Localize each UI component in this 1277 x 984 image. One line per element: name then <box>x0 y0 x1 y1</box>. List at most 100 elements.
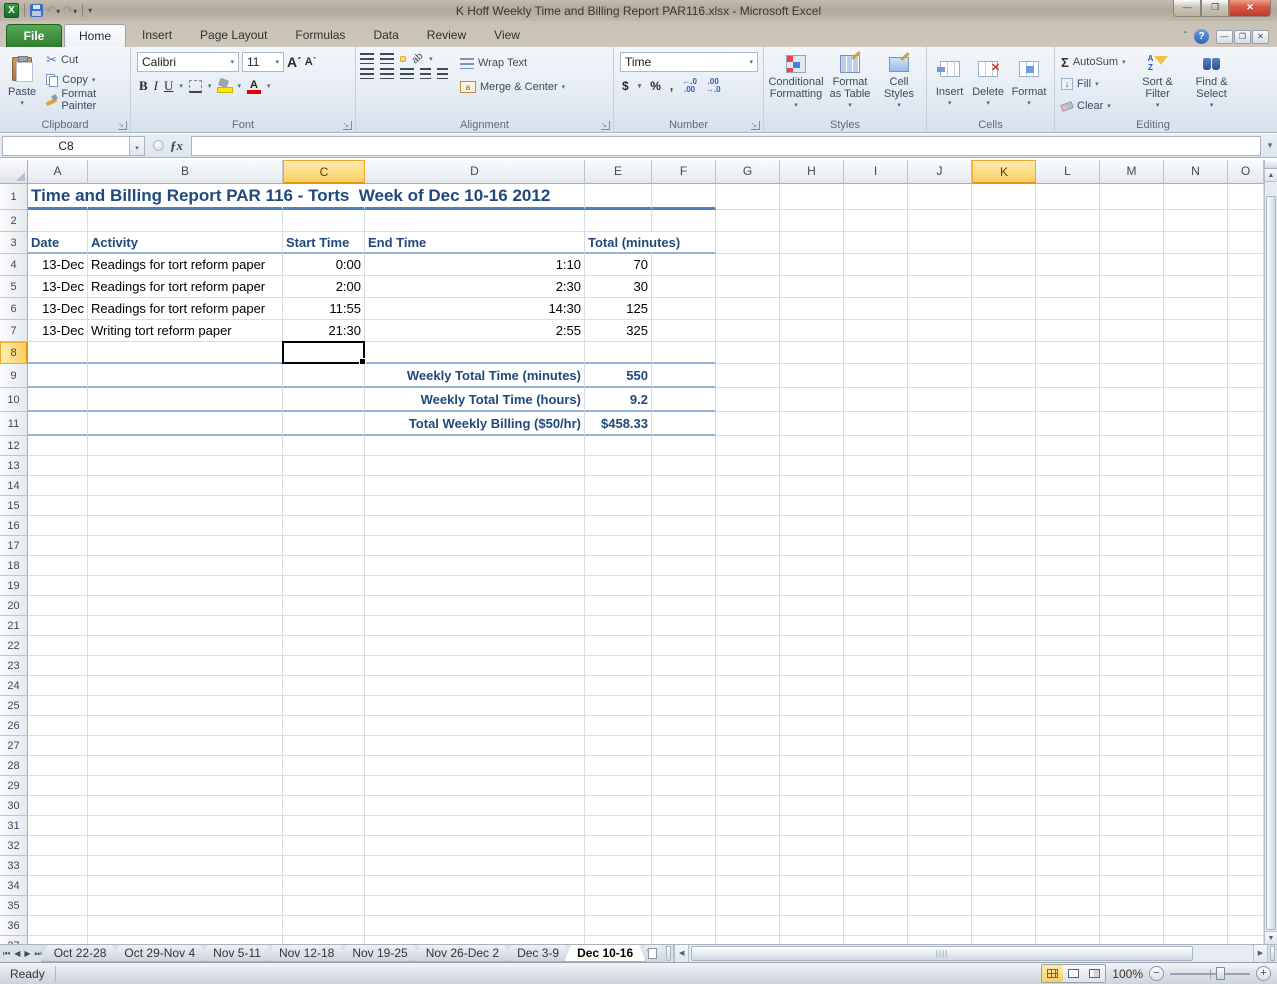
cell-L7[interactable] <box>1036 320 1100 342</box>
fill-color-icon[interactable] <box>217 79 231 93</box>
cell-L26[interactable] <box>1036 716 1100 736</box>
cell-E37[interactable] <box>585 936 652 944</box>
cell-I5[interactable] <box>844 276 908 298</box>
cell-C26[interactable] <box>283 716 365 736</box>
cell-A18[interactable] <box>28 556 88 576</box>
cell-J33[interactable] <box>908 856 972 876</box>
cell-A8[interactable] <box>28 342 88 364</box>
cell-N1[interactable] <box>1164 184 1228 210</box>
cell-H15[interactable] <box>780 496 844 516</box>
cell-A23[interactable] <box>28 656 88 676</box>
cell-D27[interactable] <box>365 736 585 756</box>
cell-B30[interactable] <box>88 796 283 816</box>
cell-M12[interactable] <box>1100 436 1164 456</box>
sheet-tab-nov-26-dec-2[interactable]: Nov 26-Dec 2 <box>413 945 512 962</box>
cell-I19[interactable] <box>844 576 908 596</box>
cell-A4[interactable]: 13-Dec <box>28 254 88 276</box>
cell-B4[interactable]: Readings for tort reform paper <box>88 254 283 276</box>
cell-H30[interactable] <box>780 796 844 816</box>
row-header-18[interactable]: 18 <box>0 556 28 576</box>
cell-I20[interactable] <box>844 596 908 616</box>
cell-O24[interactable] <box>1228 676 1264 696</box>
row-header-30[interactable]: 30 <box>0 796 28 816</box>
cell-D31[interactable] <box>365 816 585 836</box>
cell-B20[interactable] <box>88 596 283 616</box>
cell-K17[interactable] <box>972 536 1036 556</box>
cell-I31[interactable] <box>844 816 908 836</box>
cell-O12[interactable] <box>1228 436 1264 456</box>
cell-N15[interactable] <box>1164 496 1228 516</box>
cell-O7[interactable] <box>1228 320 1264 342</box>
cell-B14[interactable] <box>88 476 283 496</box>
row-header-20[interactable]: 20 <box>0 596 28 616</box>
cell-L9[interactable] <box>1036 364 1100 388</box>
cell-N28[interactable] <box>1164 756 1228 776</box>
cell-L4[interactable] <box>1036 254 1100 276</box>
cell-H6[interactable] <box>780 298 844 320</box>
cell-M22[interactable] <box>1100 636 1164 656</box>
cell-I3[interactable] <box>844 232 908 254</box>
cell-N16[interactable] <box>1164 516 1228 536</box>
cell-B29[interactable] <box>88 776 283 796</box>
cell-E25[interactable] <box>585 696 652 716</box>
cell-N8[interactable] <box>1164 342 1228 364</box>
cell-D10[interactable]: Weekly Total Time (hours) <box>365 388 585 412</box>
cell-F11[interactable] <box>652 412 716 436</box>
cell-I4[interactable] <box>844 254 908 276</box>
cell-E6[interactable]: 125 <box>585 298 652 320</box>
name-box-dropdown[interactable]: ▾ <box>130 136 145 156</box>
cell-D4[interactable]: 1:10 <box>365 254 585 276</box>
cell-F32[interactable] <box>652 836 716 856</box>
cell-N31[interactable] <box>1164 816 1228 836</box>
cell-B19[interactable] <box>88 576 283 596</box>
zoom-out-button[interactable]: − <box>1149 966 1164 981</box>
scroll-down-icon[interactable]: ▼ <box>1265 931 1277 944</box>
cell-O36[interactable] <box>1228 916 1264 936</box>
tab-view[interactable]: View <box>480 24 534 47</box>
cell-I22[interactable] <box>844 636 908 656</box>
close-button[interactable]: ✕ <box>1229 0 1271 17</box>
cell-E24[interactable] <box>585 676 652 696</box>
cell-H7[interactable] <box>780 320 844 342</box>
cell-L24[interactable] <box>1036 676 1100 696</box>
cell-A15[interactable] <box>28 496 88 516</box>
increase-indent-icon[interactable] <box>437 68 448 79</box>
autosum-button[interactable]: ΣAutoSum▾ <box>1059 52 1128 72</box>
expand-formula-bar-icon[interactable]: ▾ <box>1263 140 1277 151</box>
cell-G26[interactable] <box>716 716 780 736</box>
cell-M2[interactable] <box>1100 210 1164 232</box>
cell-F25[interactable] <box>652 696 716 716</box>
cell-C5[interactable]: 2:00 <box>283 276 365 298</box>
page-break-view-button[interactable] <box>1084 965 1105 982</box>
column-header-B[interactable]: B <box>88 160 283 184</box>
cell-F36[interactable] <box>652 916 716 936</box>
row-header-6[interactable]: 6 <box>0 298 28 320</box>
column-header-I[interactable]: I <box>844 160 908 184</box>
cell-I34[interactable] <box>844 876 908 896</box>
cell-L23[interactable] <box>1036 656 1100 676</box>
cell-O18[interactable] <box>1228 556 1264 576</box>
cell-C33[interactable] <box>283 856 365 876</box>
cell-M31[interactable] <box>1100 816 1164 836</box>
save-icon[interactable] <box>30 4 43 17</box>
sheet-tab-oct-29-nov-4[interactable]: Oct 29-Nov 4 <box>111 945 208 962</box>
undo-icon[interactable]: ↶▾ <box>46 4 60 18</box>
sheet-tab-nov-12-18[interactable]: Nov 12-18 <box>266 945 347 962</box>
align-bottom-icon[interactable] <box>400 56 406 62</box>
cell-J32[interactable] <box>908 836 972 856</box>
cell-I11[interactable] <box>844 412 908 436</box>
cell-G8[interactable] <box>716 342 780 364</box>
cell-I32[interactable] <box>844 836 908 856</box>
row-header-4[interactable]: 4 <box>0 254 28 276</box>
cell-K21[interactable] <box>972 616 1036 636</box>
cell-B22[interactable] <box>88 636 283 656</box>
cell-J26[interactable] <box>908 716 972 736</box>
scroll-right-icon[interactable]: ▶ <box>1253 945 1268 962</box>
cell-J37[interactable] <box>908 936 972 944</box>
cell-O17[interactable] <box>1228 536 1264 556</box>
cell-C16[interactable] <box>283 516 365 536</box>
column-header-K[interactable]: K <box>972 160 1036 184</box>
cell-G18[interactable] <box>716 556 780 576</box>
alignment-dialog-launcher[interactable]: ↘ <box>601 121 610 130</box>
cell-M14[interactable] <box>1100 476 1164 496</box>
